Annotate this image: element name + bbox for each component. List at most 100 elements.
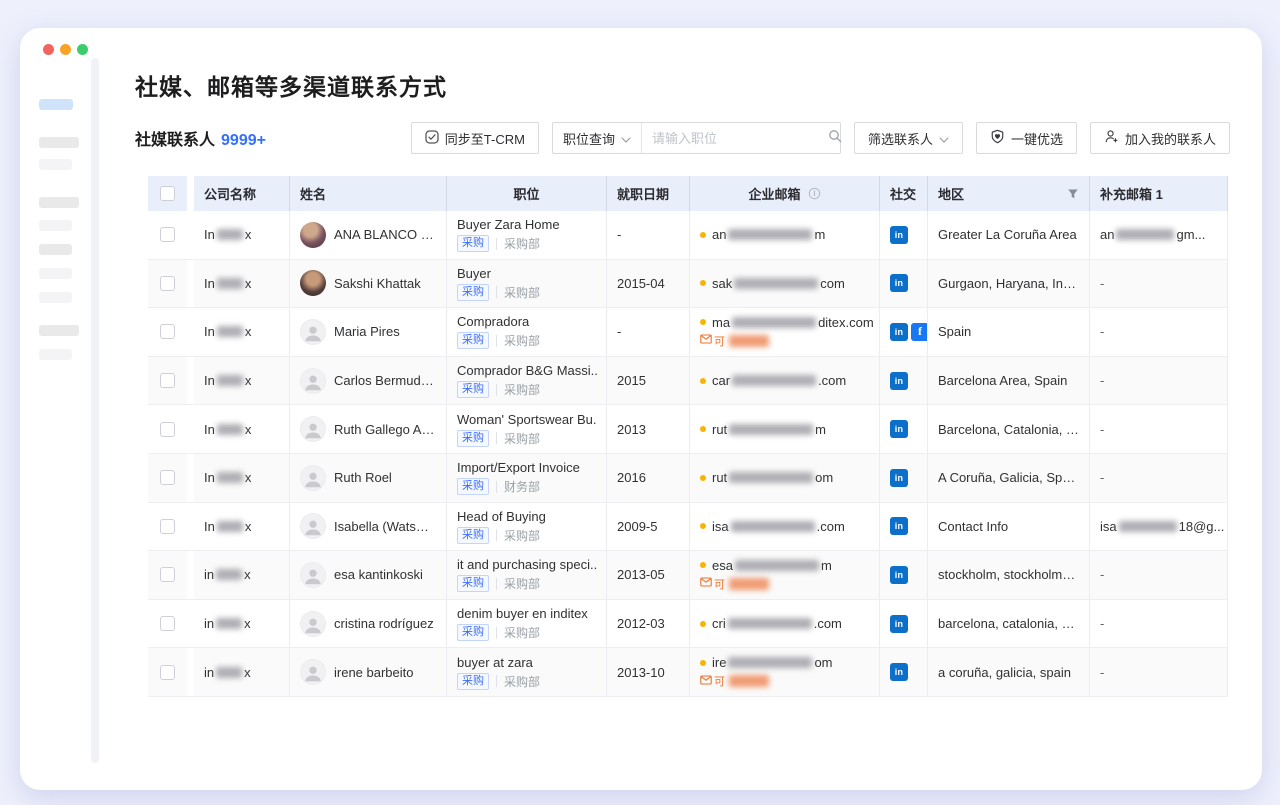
company-cell: Inx xyxy=(194,454,290,502)
linkedin-icon[interactable]: in xyxy=(890,566,908,584)
deliverable-badge: 可 xyxy=(700,576,771,592)
linkedin-icon[interactable]: in xyxy=(890,420,908,438)
department-label: 采购部 xyxy=(504,527,540,544)
email-status-dot xyxy=(700,621,706,627)
close-window-button[interactable] xyxy=(43,44,54,55)
row-checkbox[interactable] xyxy=(160,470,175,485)
supp-email-cell: - xyxy=(1090,454,1228,502)
row-checkbox[interactable] xyxy=(160,276,175,291)
region-cell: a coruña, galicia, spain xyxy=(928,648,1090,696)
header-company: 公司名称 xyxy=(194,176,290,211)
sidebar-divider xyxy=(91,58,99,763)
social-cell: in xyxy=(880,211,928,259)
redacted-text xyxy=(217,229,243,240)
search-icon[interactable] xyxy=(828,129,842,148)
header-region: 地区 xyxy=(928,176,1090,211)
supp-email-cell: - xyxy=(1090,405,1228,453)
department-label: 采购部 xyxy=(504,673,540,690)
email-cell: isa.com xyxy=(690,503,880,551)
role-tag: 采购 xyxy=(457,284,489,301)
region-cell: stockholm, stockholms ... xyxy=(928,551,1090,599)
filter-contacts-button[interactable]: 筛选联系人 xyxy=(854,122,963,154)
avatar-placeholder xyxy=(300,416,326,442)
sync-to-tcrm-button[interactable]: 同步至T-CRM xyxy=(411,122,539,154)
add-to-my-contacts-button[interactable]: 加入我的联系人 xyxy=(1090,122,1230,154)
position-cell: Compradora 采购采购部 xyxy=(447,308,607,356)
info-icon[interactable] xyxy=(808,187,821,200)
company-cell: inx xyxy=(194,600,290,648)
linkedin-icon[interactable]: in xyxy=(890,663,908,681)
position-cell: buyer at zara 采购采购部 xyxy=(447,648,607,696)
row-checkbox[interactable] xyxy=(160,227,175,242)
select-all-checkbox[interactable] xyxy=(160,186,175,201)
row-checkbox[interactable] xyxy=(160,665,175,680)
redacted-text xyxy=(734,278,818,289)
supp-email-cell: - xyxy=(1090,308,1228,356)
table-row: inx cristina rodríguez denim buyer en in… xyxy=(148,600,1228,649)
email-status-dot xyxy=(700,319,706,325)
name-cell: Maria Pires xyxy=(290,308,447,356)
department-label: 采购部 xyxy=(504,575,540,592)
add-to-my-contacts-label: 加入我的联系人 xyxy=(1125,129,1216,148)
redacted-text xyxy=(217,278,243,289)
redacted-text xyxy=(728,618,812,629)
linkedin-icon[interactable]: in xyxy=(890,615,908,633)
email-status-dot xyxy=(700,378,706,384)
envelope-icon xyxy=(700,675,712,688)
row-checkbox[interactable] xyxy=(160,373,175,388)
sidebar-item-placeholder xyxy=(39,220,72,231)
table-row: Inx Ruth Roel Import/Export Invoice 采购财务… xyxy=(148,454,1228,503)
date-cell: 2016 xyxy=(607,454,690,502)
row-checkbox[interactable] xyxy=(160,616,175,631)
one-click-optimize-button[interactable]: 一键优选 xyxy=(976,122,1077,154)
linkedin-icon[interactable]: in xyxy=(890,517,908,535)
row-checkbox[interactable] xyxy=(160,519,175,534)
role-tag: 采购 xyxy=(457,624,489,641)
email-cell: esam 可 xyxy=(690,551,880,599)
table-row: Inx Maria Pires Compradora 采购采购部 - madit… xyxy=(148,308,1228,357)
position-cell: Comprador B&G Massi... 采购采购部 xyxy=(447,357,607,405)
company-cell: inx xyxy=(194,648,290,696)
email-cell: maditex.com 可 xyxy=(690,308,880,356)
deliverable-badge: 可 xyxy=(700,673,771,689)
linkedin-icon[interactable]: in xyxy=(890,372,908,390)
date-cell: 2009-5 xyxy=(607,503,690,551)
position-cell: Head of Buying 采购采购部 xyxy=(447,503,607,551)
email-status-dot xyxy=(700,232,706,238)
name-cell: esa kantinkoski xyxy=(290,551,447,599)
email-cell: anm xyxy=(690,211,880,259)
position-cell: Buyer 采购采购部 xyxy=(447,260,607,308)
linkedin-icon[interactable]: in xyxy=(890,323,908,341)
position-query-dropdown[interactable]: 职位查询 xyxy=(553,123,642,153)
minimize-window-button[interactable] xyxy=(60,44,71,55)
social-cell: in xyxy=(880,260,928,308)
name-cell: Isabella (Watson) L... xyxy=(290,503,447,551)
position-search-input[interactable] xyxy=(652,131,828,146)
email-cell: ireom 可 xyxy=(690,648,880,696)
row-checkbox[interactable] xyxy=(160,567,175,582)
envelope-icon xyxy=(700,577,712,590)
social-cell: in xyxy=(880,648,928,696)
contacts-count: 9999+ xyxy=(221,132,266,149)
row-checkbox[interactable] xyxy=(160,422,175,437)
zoom-window-button[interactable] xyxy=(77,44,88,55)
avatar-placeholder xyxy=(300,659,326,685)
table-row: Inx Isabella (Watson) L... Head of Buyin… xyxy=(148,503,1228,552)
social-cell: inf xyxy=(880,308,928,356)
linkedin-icon[interactable]: in xyxy=(890,469,908,487)
region-cell: Barcelona Area, Spain xyxy=(928,357,1090,405)
redacted-text xyxy=(216,618,242,629)
header-date: 就职日期 xyxy=(607,176,690,211)
redacted-text xyxy=(728,229,812,240)
sidebar-item-placeholder xyxy=(39,137,79,148)
linkedin-icon[interactable]: in xyxy=(890,226,908,244)
social-cell: in xyxy=(880,405,928,453)
facebook-icon[interactable]: f xyxy=(911,323,928,341)
filter-funnel-icon[interactable] xyxy=(1067,188,1079,200)
chevron-down-icon xyxy=(939,131,949,146)
redacted-text xyxy=(216,667,242,678)
row-checkbox[interactable] xyxy=(160,324,175,339)
role-tag: 采购 xyxy=(457,235,489,252)
sidebar-item-active-placeholder xyxy=(39,99,73,110)
linkedin-icon[interactable]: in xyxy=(890,274,908,292)
